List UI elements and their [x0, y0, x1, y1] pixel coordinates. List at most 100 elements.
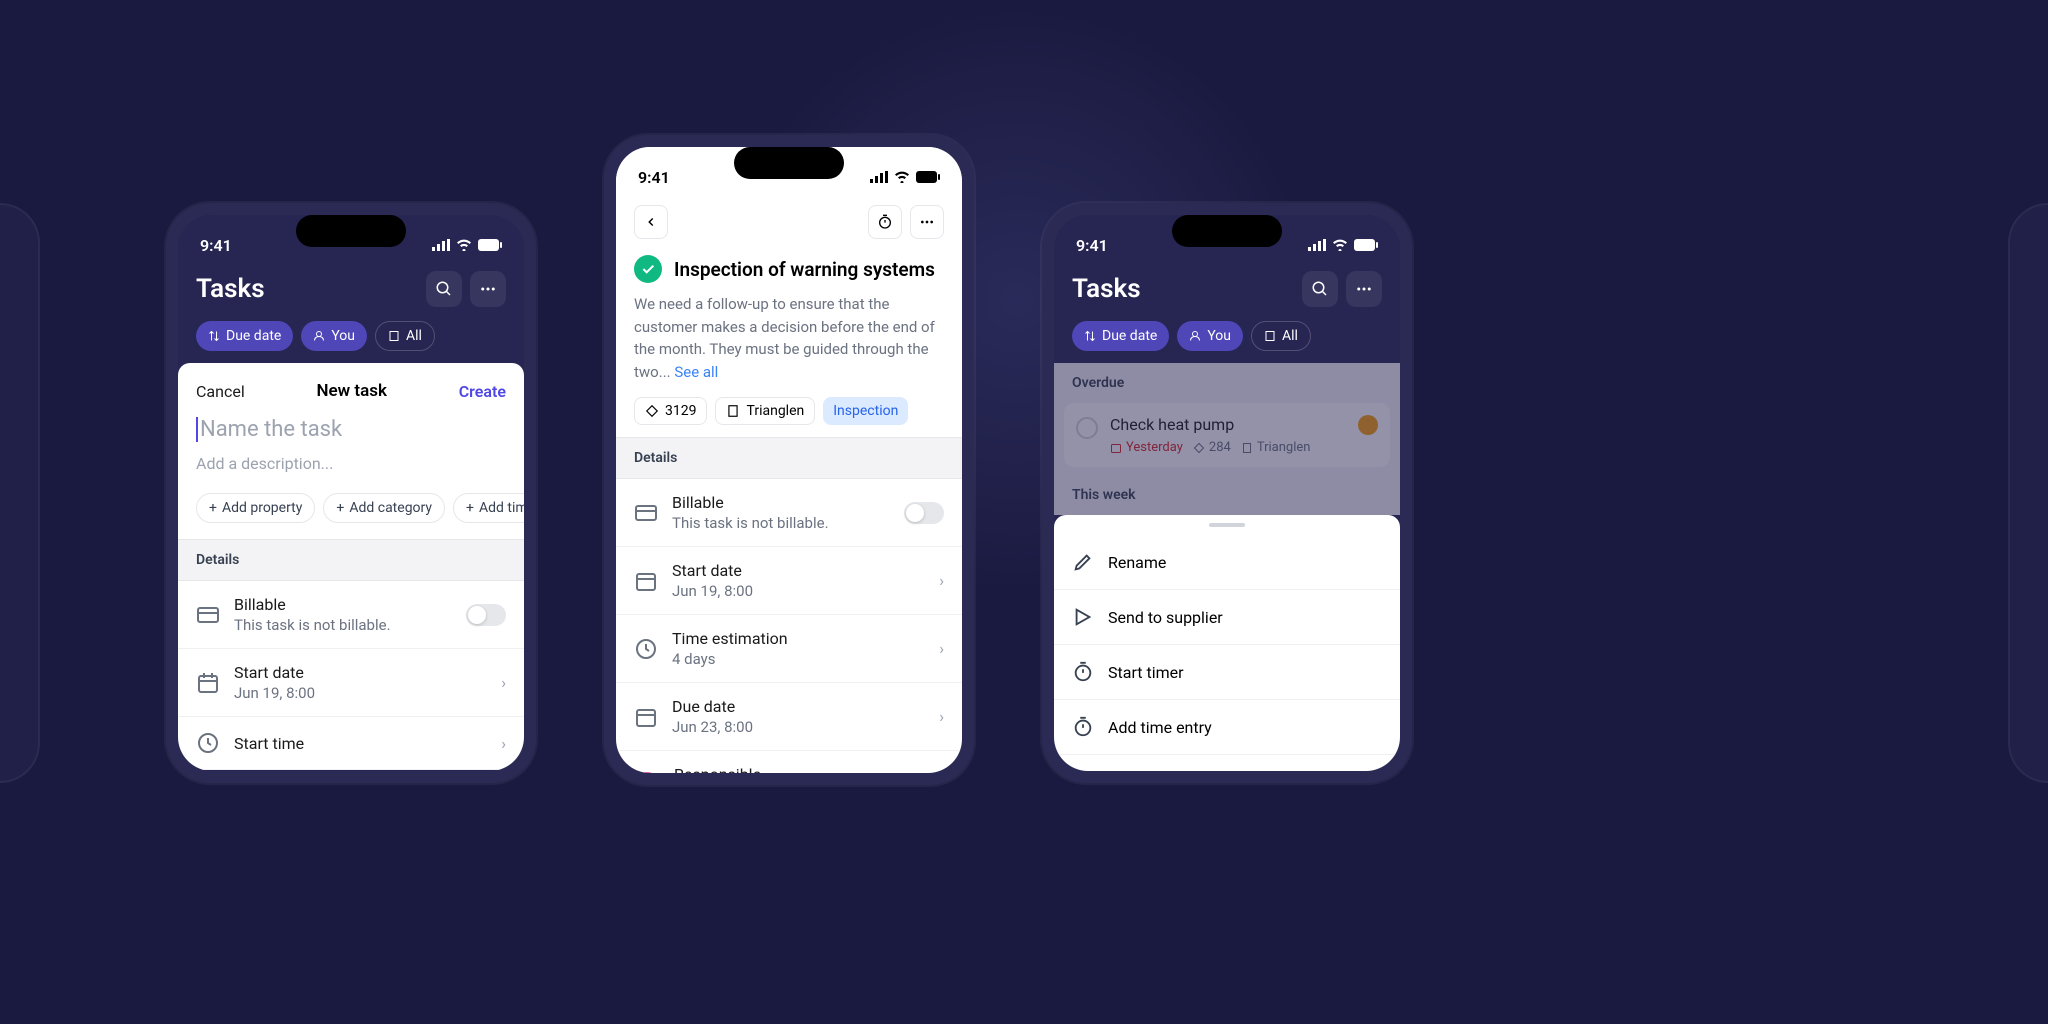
nav-row: [616, 195, 962, 249]
billable-row[interactable]: BillableThis task is not billable.: [616, 479, 962, 547]
cancel-button[interactable]: Cancel: [196, 382, 245, 401]
notch: [296, 215, 406, 247]
billable-row[interactable]: BillableThis task is not billable.: [178, 581, 524, 649]
action-sheet: Rename Send to supplier Start timer Add …: [1054, 515, 1400, 771]
status-time: 9:41: [638, 168, 670, 187]
send-icon: [1072, 606, 1094, 628]
tag-icon: [645, 404, 659, 418]
search-icon: [435, 280, 453, 298]
billable-toggle[interactable]: [466, 604, 506, 626]
sort-icon: [208, 330, 220, 342]
avatar: C: [634, 772, 660, 774]
partial-phone-left: [0, 203, 40, 783]
wifi-icon: [456, 239, 472, 251]
avatar: [1358, 415, 1378, 435]
category-tag[interactable]: Inspection: [823, 397, 908, 425]
clock-icon: [196, 731, 220, 755]
search-button[interactable]: [1302, 271, 1338, 307]
task-desc-input[interactable]: Add a description...: [178, 442, 524, 493]
page-title: Tasks: [1072, 274, 1141, 304]
more-icon: [479, 280, 497, 298]
search-button[interactable]: [426, 271, 462, 307]
all-chip[interactable]: All: [1251, 321, 1311, 351]
stopwatch-icon: [877, 214, 893, 230]
see-all-link[interactable]: See all: [674, 363, 718, 381]
location-tag[interactable]: Trianglen: [715, 397, 815, 425]
more-button[interactable]: [1346, 271, 1382, 307]
task-description: We need a follow-up to ensure that the c…: [634, 293, 944, 383]
convert-action[interactable]: Convert to inquiry: [1054, 755, 1400, 771]
task-name: Check heat pump: [1110, 415, 1346, 434]
you-chip[interactable]: You: [301, 321, 367, 351]
user-icon: [1189, 330, 1201, 342]
signal-icon: [1308, 239, 1326, 251]
page-title: Tasks: [196, 274, 265, 304]
rename-action[interactable]: Rename: [1054, 535, 1400, 590]
more-icon: [1355, 280, 1373, 298]
tag-icon: [1193, 442, 1205, 454]
task-title: Inspection of warning systems: [674, 258, 935, 281]
phone-task-detail: 9:41 Inspection of warning systems We ne…: [604, 135, 974, 785]
time-entry-action[interactable]: Add time entry: [1054, 700, 1400, 755]
partial-phone-right: [2008, 203, 2048, 783]
task-checkbox[interactable]: [1076, 417, 1098, 439]
card-icon: [196, 603, 220, 627]
id-tag[interactable]: 3129: [634, 397, 707, 425]
battery-icon: [916, 171, 940, 183]
add-category-pill[interactable]: +Add category: [323, 493, 445, 523]
back-button[interactable]: [634, 205, 668, 239]
more-button[interactable]: [910, 205, 944, 239]
you-chip[interactable]: You: [1177, 321, 1243, 351]
more-button[interactable]: [470, 271, 506, 307]
tasks-header: Tasks Due date You All: [178, 263, 524, 363]
status-icons: [432, 239, 502, 251]
task-loc: Trianglen: [1241, 440, 1311, 455]
sort-chip[interactable]: Due date: [196, 321, 293, 351]
notch: [734, 147, 844, 179]
add-property-pill[interactable]: +Add property: [196, 493, 315, 523]
check-icon: [640, 261, 656, 277]
timer-button[interactable]: [868, 205, 902, 239]
calendar-icon: [634, 705, 658, 729]
wifi-icon: [894, 171, 910, 183]
start-date-row[interactable]: Start dateJun 19, 8:00 ›: [616, 547, 962, 615]
edit-icon: [1072, 551, 1094, 573]
user-icon: [313, 330, 325, 342]
building-icon: [1264, 330, 1276, 342]
chevron-right-icon: ›: [501, 673, 506, 692]
signal-icon: [870, 171, 888, 183]
status-icons: [870, 171, 940, 183]
wifi-icon: [1332, 239, 1348, 251]
due-date-row[interactable]: Due dateJun 23, 8:00 ›: [616, 683, 962, 751]
time-est-row[interactable]: Time estimation4 days ›: [616, 615, 962, 683]
timer-action[interactable]: Start timer: [1054, 645, 1400, 700]
phone-new-task: 9:41 Tasks Due date You All: [166, 203, 536, 783]
task-name-input[interactable]: Name the task: [196, 417, 524, 442]
sort-chip[interactable]: Due date: [1072, 321, 1169, 351]
notch: [1172, 215, 1282, 247]
task-date: Yesterday: [1110, 440, 1183, 455]
start-date-row[interactable]: Start dateJun 19, 8:00 ›: [178, 649, 524, 717]
chevron-right-icon: ›: [939, 571, 944, 590]
add-time-pill[interactable]: +Add time: [453, 493, 524, 523]
sheet-handle[interactable]: [1209, 523, 1245, 527]
all-chip[interactable]: All: [375, 321, 435, 351]
send-action[interactable]: Send to supplier: [1054, 590, 1400, 645]
task-card[interactable]: Check heat pump Yesterday 284 Trianglen: [1064, 403, 1390, 467]
phone-task-actions: 9:41 Tasks Due date You All Overd: [1042, 203, 1412, 783]
status-time: 9:41: [200, 236, 232, 255]
thisweek-label: This week: [1054, 475, 1400, 515]
building-icon: [726, 404, 740, 418]
overdue-label: Overdue: [1054, 363, 1400, 403]
status-icons: [1308, 239, 1378, 251]
calendar-icon: [634, 569, 658, 593]
more-icon: [919, 214, 935, 230]
status-time: 9:41: [1076, 236, 1108, 255]
chevron-right-icon: ›: [501, 734, 506, 753]
start-time-row[interactable]: Start time ›: [178, 717, 524, 770]
billable-toggle[interactable]: [904, 502, 944, 524]
responsible-row[interactable]: C ResponsibleChristoffer Knudsen ›: [616, 751, 962, 773]
complete-check[interactable]: [634, 255, 662, 283]
battery-icon: [478, 239, 502, 251]
create-button[interactable]: Create: [459, 382, 506, 401]
